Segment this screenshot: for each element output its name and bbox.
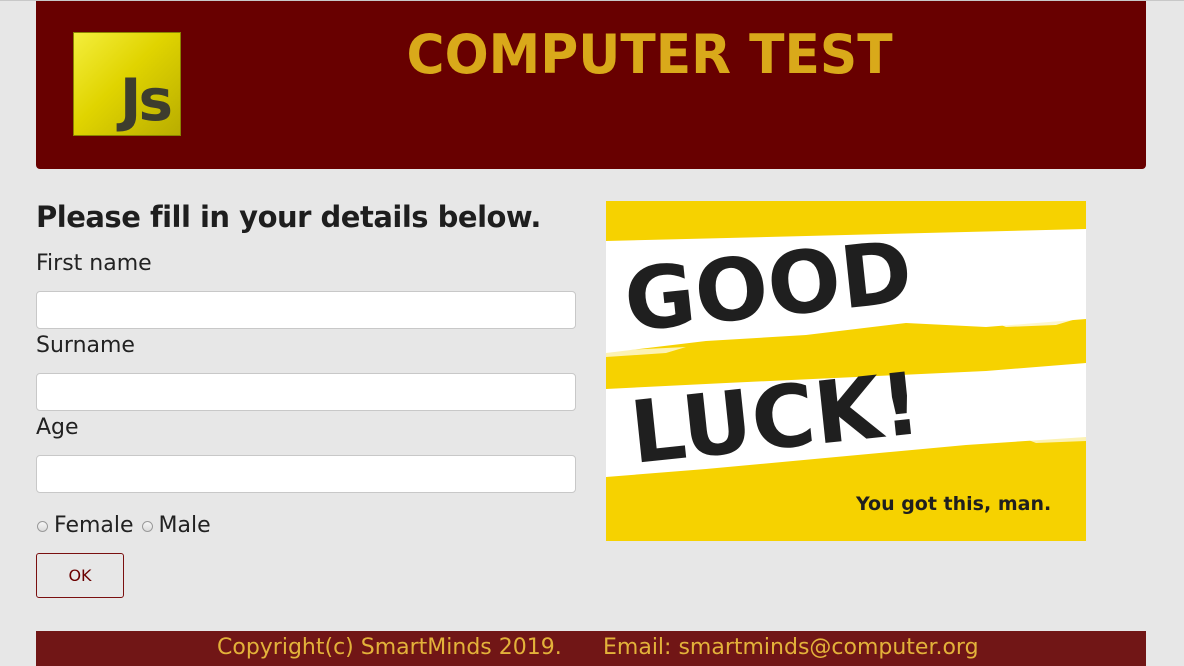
good-luck-image: GOOD LUCK! You got this, man. — [606, 201, 1086, 541]
surname-label: Surname — [36, 333, 135, 358]
first-name-input[interactable] — [36, 291, 576, 329]
female-label: Female — [54, 513, 134, 538]
gender-radio-group: Female Male — [36, 511, 218, 541]
tagline-text: You got this, man. — [855, 493, 1051, 515]
age-label: Age — [36, 415, 79, 440]
surname-input[interactable] — [36, 373, 576, 411]
copyright-text: Copyright(c) SmartMinds 2019. — [217, 635, 562, 660]
first-name-label: First name — [36, 251, 152, 276]
page-title: COMPUTER TEST — [406, 23, 893, 86]
site-header: Js COMPUTER TEST — [36, 1, 1146, 169]
female-radio[interactable] — [37, 520, 48, 532]
form-heading: Please fill in your details below. — [36, 200, 541, 234]
ok-button[interactable]: OK — [36, 553, 124, 598]
male-label: Male — [158, 513, 211, 538]
male-radio[interactable] — [141, 520, 153, 532]
site-footer: Copyright(c) SmartMinds 2019. Email: sma… — [36, 631, 1146, 666]
age-input[interactable] — [36, 455, 576, 493]
contact-email-text: Email: smartminds@computer.org — [603, 635, 979, 660]
